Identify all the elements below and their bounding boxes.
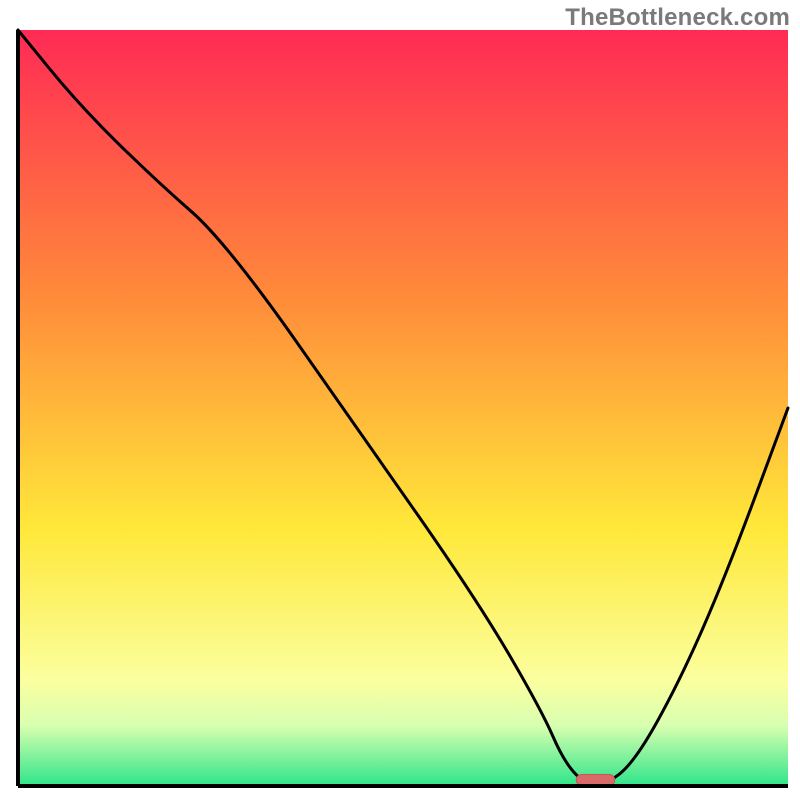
watermark-text: TheBottleneck.com — [565, 4, 790, 32]
bottleneck-chart: TheBottleneck.com — [0, 0, 800, 800]
optimal-marker — [576, 775, 615, 786]
chart-canvas — [0, 0, 800, 800]
plot-background — [18, 30, 788, 786]
